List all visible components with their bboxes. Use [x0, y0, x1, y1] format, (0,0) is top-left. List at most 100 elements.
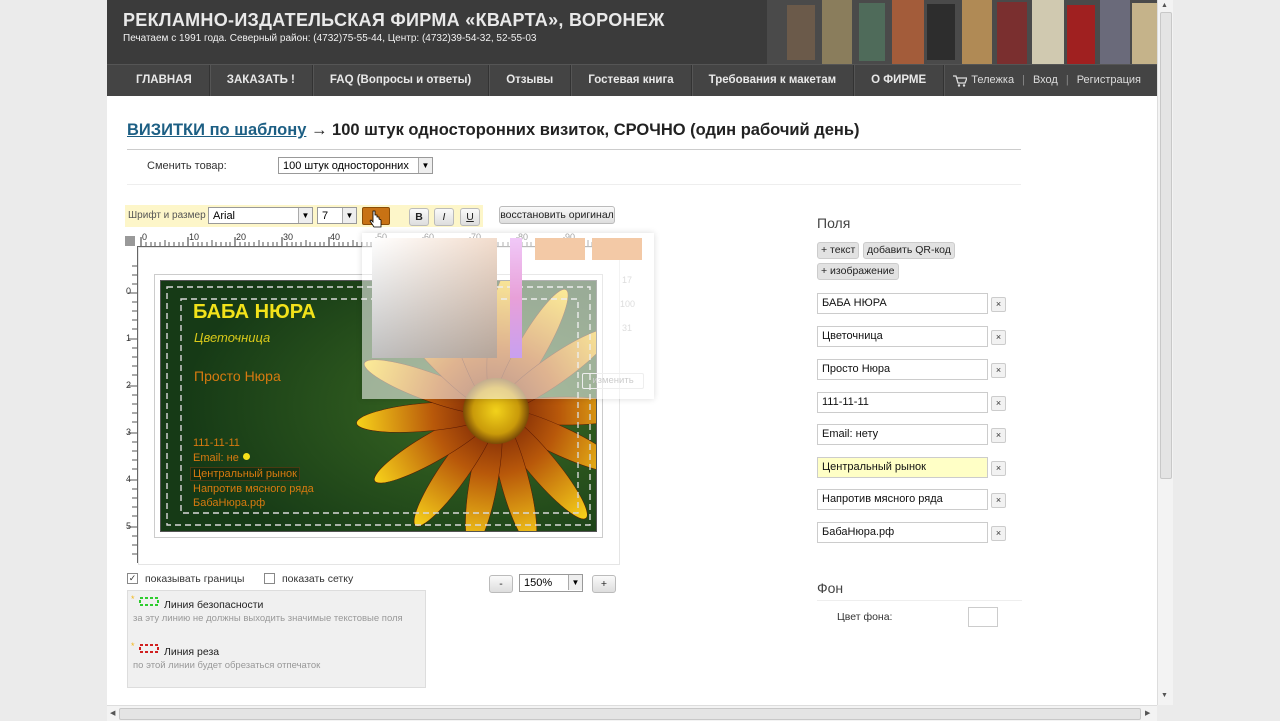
scroll-up-arrow[interactable]: ▲ [1161, 2, 1168, 9]
bold-button[interactable]: B [409, 208, 429, 226]
fields-title: Поля [817, 215, 851, 231]
zoom-in-button[interactable]: + [592, 575, 616, 593]
register-link[interactable]: Регистрация [1077, 65, 1141, 96]
color-picker-popup: 17 100 31 изменить [362, 233, 654, 399]
cut-line-title: Линия реза [164, 646, 220, 658]
change-product-select[interactable]: 100 штук односторонних ▼ [278, 157, 433, 174]
drag-handle[interactable] [243, 453, 250, 460]
ruler-v-label: 1 [126, 333, 132, 343]
ruler-v-label: 2 [126, 380, 132, 390]
font-size-label: Шрифт и размер [128, 210, 206, 221]
scroll-down-arrow[interactable]: ▼ [1161, 692, 1168, 699]
background-color-swatch[interactable] [968, 607, 998, 627]
font-size-value: 7 [322, 210, 329, 222]
zoom-select[interactable]: 150% ▼ [519, 574, 583, 592]
italic-button[interactable]: I [434, 208, 454, 226]
nav-about[interactable]: О ФИРМЕ [854, 65, 945, 96]
vertical-ruler: 0 1 2 3 4 5 [125, 246, 138, 563]
card-text-phone[interactable]: 111-11-11 [193, 437, 240, 449]
nav-separator: | [1065, 74, 1069, 86]
add-text-button[interactable]: + текст [817, 242, 860, 259]
underline-button[interactable]: U [460, 208, 480, 226]
books-banner-image [767, 0, 1157, 64]
remove-field-button[interactable]: × [991, 526, 1006, 541]
main-nav: ГЛАВНАЯ ЗАКАЗАТЬ ! FAQ (Вопросы и ответы… [107, 64, 1157, 96]
chevron-down-icon: ▼ [342, 208, 356, 223]
lines-legend: * Линия безопасности за эту линию не дол… [127, 590, 426, 688]
zoom-out-button[interactable]: - [489, 575, 513, 593]
chevron-down-icon: ▼ [418, 158, 432, 173]
card-text-name[interactable]: БАБА НЮРА [193, 301, 316, 324]
safety-line-icon: * [131, 594, 159, 606]
page: РЕКЛАМНО-ИЗДАТЕЛЬСКАЯ ФИРМА «КВАРТА», ВО… [107, 0, 1157, 720]
nav-guestbook[interactable]: Гостевая книга [571, 65, 692, 96]
add-qr-button[interactable]: добавить QR-код [863, 242, 955, 259]
color-value-1: 17 [622, 275, 633, 285]
remove-field-button[interactable]: × [991, 428, 1006, 443]
login-link[interactable]: Вход [1033, 65, 1058, 96]
card-text-market[interactable]: Центральный рынок [190, 467, 300, 481]
field-input-6[interactable]: Центральный рынок [817, 457, 988, 478]
scroll-right-arrow[interactable]: ▶ [1145, 709, 1150, 717]
color-preview-new [535, 238, 585, 260]
remove-field-button[interactable]: × [991, 297, 1006, 312]
nav-faq[interactable]: FAQ (Вопросы и ответы) [313, 65, 490, 96]
remove-field-button[interactable]: × [991, 493, 1006, 508]
color-gradient-field[interactable] [372, 238, 497, 358]
nav-reviews[interactable]: Отзывы [489, 65, 572, 96]
ruler-v-label: 0 [126, 286, 132, 296]
scroll-left-arrow[interactable]: ◀ [110, 709, 115, 717]
card-text-subtitle[interactable]: Цветочница [194, 330, 270, 345]
color-preview-old [592, 238, 642, 260]
color-apply-button[interactable]: изменить [582, 373, 644, 389]
site-subtitle: Печатаем с 1991 года. Северный район: (4… [123, 33, 537, 44]
vertical-scrollbar[interactable]: ▲ ▼ [1157, 0, 1173, 705]
color-value-2: 100 [620, 299, 636, 309]
horizontal-scrollbar[interactable]: ◀ ▶ [107, 705, 1157, 721]
field-input-3[interactable]: Просто Нюра [817, 359, 988, 380]
remove-field-button[interactable]: × [991, 461, 1006, 476]
cart-icon[interactable] [953, 74, 968, 87]
card-text-email[interactable]: Email: не [193, 452, 239, 464]
chevron-down-icon: ▼ [298, 208, 312, 223]
field-input-2[interactable]: Цветочница [817, 326, 988, 347]
category-link[interactable]: ВИЗИТКИ по шаблону [127, 121, 306, 139]
card-text-nickname[interactable]: Просто Нюра [194, 368, 281, 384]
font-size-select[interactable]: 7 ▼ [317, 207, 357, 224]
show-grid-label: показать сетку [282, 573, 354, 585]
cart-link[interactable]: Тележка [971, 65, 1014, 96]
card-text-place[interactable]: Напротив мясного ряда [193, 483, 314, 495]
field-input-8[interactable]: БабаНюра.рф [817, 522, 988, 543]
add-image-button[interactable]: + изображение [817, 263, 899, 280]
svg-text:*: * [131, 594, 135, 604]
scroll-thumb[interactable] [119, 708, 1141, 720]
show-borders-checkbox[interactable]: ✓ [127, 573, 138, 584]
page-title: ВИЗИТКИ по шаблону → 100 штук односторон… [127, 121, 860, 140]
show-grid-checkbox[interactable] [264, 573, 275, 584]
field-input-1[interactable]: БАБА НЮРА [817, 293, 988, 314]
change-product-label: Сменить товар: [147, 160, 227, 172]
nav-requirements[interactable]: Требования к макетам [692, 65, 855, 96]
divider [127, 149, 1021, 150]
product-title: → 100 штук односторонних визиток, СРОЧНО… [306, 121, 860, 139]
ruler-h-label: 0 [142, 232, 148, 242]
nav-home[interactable]: ГЛАВНАЯ [119, 65, 210, 96]
field-input-5[interactable]: Email: нету [817, 424, 988, 445]
card-text-site[interactable]: БабаНюра.рф [193, 497, 265, 509]
font-family-value: Arial [213, 210, 236, 222]
ruler-h-label: 30 [283, 232, 294, 242]
field-input-4[interactable]: 111-11-11 [817, 392, 988, 413]
color-hue-slider[interactable] [510, 238, 522, 358]
ruler-v-label: 4 [126, 474, 132, 484]
restore-original-button[interactable]: восстановить оригинал [499, 206, 615, 224]
remove-field-button[interactable]: × [991, 363, 1006, 378]
scroll-thumb[interactable] [1160, 12, 1172, 479]
field-input-7[interactable]: Напротив мясного ряда [817, 489, 988, 510]
font-family-select[interactable]: Arial ▼ [208, 207, 313, 224]
divider [817, 600, 1022, 601]
safety-line-title: Линия безопасности [164, 599, 264, 611]
cursor-icon [369, 210, 382, 228]
nav-order[interactable]: ЗАКАЗАТЬ ! [210, 65, 313, 96]
remove-field-button[interactable]: × [991, 396, 1006, 411]
remove-field-button[interactable]: × [991, 330, 1006, 345]
